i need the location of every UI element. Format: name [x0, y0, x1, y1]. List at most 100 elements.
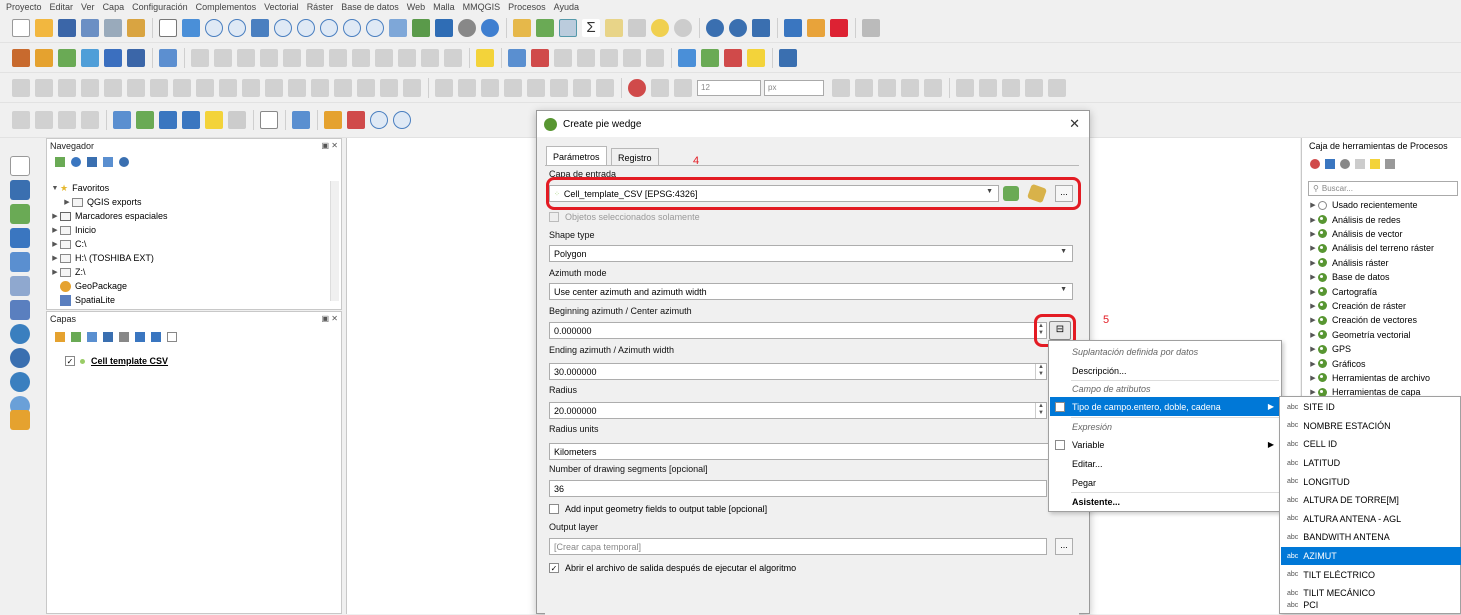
zoom-next-icon[interactable]	[366, 18, 384, 37]
python-console-icon[interactable]	[784, 18, 802, 37]
dialog-titlebar[interactable]: Create pie wedge ✕	[537, 111, 1089, 137]
georef-five-icon[interactable]	[1048, 78, 1066, 97]
menu-ver[interactable]: Ver	[81, 2, 95, 12]
field-item[interactable]: abc LONGITUD	[1281, 472, 1461, 491]
add-vector-layer-icon[interactable]	[10, 156, 30, 176]
add-group-icon[interactable]	[71, 332, 81, 342]
search-map-icon[interactable]	[370, 111, 388, 129]
pan-to-selection-icon[interactable]	[182, 18, 200, 37]
select-by-value-icon[interactable]	[701, 48, 719, 67]
font-size-input[interactable]: 12	[697, 79, 761, 96]
processing-item[interactable]: ▶ Análisis ráster	[1308, 256, 1388, 270]
digitize-thirteen-icon[interactable]	[288, 78, 306, 97]
add-delimited-text-icon[interactable]	[10, 228, 30, 248]
label-options-icon[interactable]	[508, 48, 526, 67]
tree-item[interactable]: GeoPackage	[50, 279, 127, 293]
collapse-icon[interactable]	[103, 157, 113, 167]
processing-item[interactable]: ▶ Gráficos	[1308, 356, 1365, 370]
profile-icon[interactable]	[292, 111, 310, 129]
menu-web[interactable]: Web	[407, 2, 425, 12]
menu-item-field-type[interactable]: Tipo de campo.entero, doble, cadena ▶	[1050, 397, 1280, 416]
menu-proyecto[interactable]: Proyecto	[6, 2, 42, 12]
georef-four-icon[interactable]	[1025, 78, 1043, 97]
digitize-fourteen-icon[interactable]	[311, 78, 329, 97]
history-icon[interactable]	[1340, 159, 1350, 169]
add-feature-icon[interactable]	[260, 48, 278, 67]
advanced-digitize-three-icon[interactable]	[481, 78, 499, 97]
digitize-two-icon[interactable]	[35, 78, 53, 97]
layer-item[interactable]: ✓ Cell template CSV	[65, 354, 168, 368]
new-map-view-icon[interactable]	[389, 18, 407, 37]
snapping-icon[interactable]	[651, 78, 669, 97]
field-calculator-icon[interactable]	[559, 18, 577, 37]
menu-item-description[interactable]: Descripción...	[1050, 361, 1280, 380]
attribute-table-icon[interactable]	[536, 18, 554, 37]
diagram-icon[interactable]	[531, 48, 549, 67]
highlight-label-icon[interactable]	[577, 48, 595, 67]
spinner-icon[interactable]: ▲ ▼	[1035, 364, 1046, 379]
tree-item[interactable]: ▶ C:\	[50, 237, 86, 251]
processing-item[interactable]: ▶ Herramientas de archivo	[1308, 371, 1430, 385]
georef-one-icon[interactable]	[956, 78, 974, 97]
add-wms-layer-icon[interactable]	[10, 324, 30, 344]
change-label-icon[interactable]	[646, 48, 664, 67]
print-layout-icon[interactable]	[104, 18, 122, 37]
select-all-icon[interactable]	[747, 48, 765, 67]
paste-features-icon[interactable]	[398, 48, 416, 67]
tree-item[interactable]: ▼ ★ Favoritos	[50, 181, 110, 195]
georef-two-icon[interactable]	[979, 78, 997, 97]
analysis-one-icon[interactable]	[12, 111, 30, 129]
edit-in-place-icon[interactable]	[1370, 159, 1380, 169]
digitize-one-icon[interactable]	[12, 78, 30, 97]
field-item[interactable]: abc TILT ELÉCTRICO	[1281, 565, 1461, 584]
options-icon[interactable]	[1385, 159, 1395, 169]
add-wms-icon[interactable]	[127, 48, 145, 67]
map-tips-icon[interactable]	[651, 18, 669, 37]
menu-ayuda[interactable]: Ayuda	[554, 2, 579, 12]
processing-item[interactable]: ▶ Análisis de vector	[1308, 227, 1402, 241]
deselect-icon[interactable]	[724, 48, 742, 67]
digitize-seven-icon[interactable]	[150, 78, 168, 97]
vector-tool-two-icon[interactable]	[182, 111, 200, 129]
properties-icon[interactable]	[119, 157, 129, 167]
zoom-out-icon[interactable]	[228, 18, 246, 37]
plugin-two-icon[interactable]	[729, 18, 747, 37]
help-icon[interactable]	[779, 48, 797, 67]
rotate-label-icon[interactable]	[623, 48, 641, 67]
search-map-two-icon[interactable]	[393, 111, 411, 129]
copy-features-icon[interactable]	[375, 48, 393, 67]
refresh-icon[interactable]	[481, 18, 499, 37]
input-layer-combo[interactable]: ⁘ Cell_template_CSV [EPSG:4326] ▼	[549, 185, 999, 202]
plugin-three-icon[interactable]	[752, 18, 770, 37]
processing-item[interactable]: ▶ Análisis del terreno ráster	[1308, 241, 1434, 255]
processing-item[interactable]: ▶ Creación de ráster	[1308, 299, 1406, 313]
advanced-digitize-two-icon[interactable]	[458, 78, 476, 97]
results-icon[interactable]	[1355, 159, 1365, 169]
models-icon[interactable]	[1310, 159, 1320, 169]
menu-configuracion[interactable]: Configuración	[132, 2, 188, 12]
field-item[interactable]: abc ALTURA ANTENA - AGL	[1281, 510, 1461, 529]
field-item[interactable]: abc LATITUD	[1281, 454, 1461, 473]
digitize-four-icon[interactable]	[81, 78, 99, 97]
filter-expression-icon[interactable]	[119, 332, 129, 342]
add-layer-icon[interactable]	[12, 48, 30, 67]
advanced-digitize-six-icon[interactable]	[550, 78, 568, 97]
digitize-eight-icon[interactable]	[173, 78, 191, 97]
metasearch-icon[interactable]	[830, 18, 848, 37]
zoom-layer-icon[interactable]	[297, 18, 315, 37]
menu-vectorial[interactable]: Vectorial	[264, 2, 299, 12]
azimuth-mode-select[interactable]: Use center azimuth and azimuth width ▼	[549, 283, 1073, 300]
manage-visibility-icon[interactable]	[87, 332, 97, 342]
advanced-digitize-five-icon[interactable]	[527, 78, 545, 97]
plugin-one-icon[interactable]	[706, 18, 724, 37]
add-wfs-icon[interactable]	[159, 48, 177, 67]
data-defined-override-button[interactable]: ⊟	[1049, 321, 1071, 340]
close-icon[interactable]: ✕	[1069, 116, 1080, 132]
analysis-three-icon[interactable]	[58, 111, 76, 129]
output-layer-input[interactable]: [Crear capa temporal]	[549, 538, 1047, 555]
menu-procesos[interactable]: Procesos	[508, 2, 546, 12]
style-manager-icon[interactable]	[127, 18, 145, 37]
refresh-browser-icon[interactable]	[71, 157, 81, 167]
save-edits-icon[interactable]	[862, 18, 880, 37]
pan-icon[interactable]	[159, 18, 177, 37]
